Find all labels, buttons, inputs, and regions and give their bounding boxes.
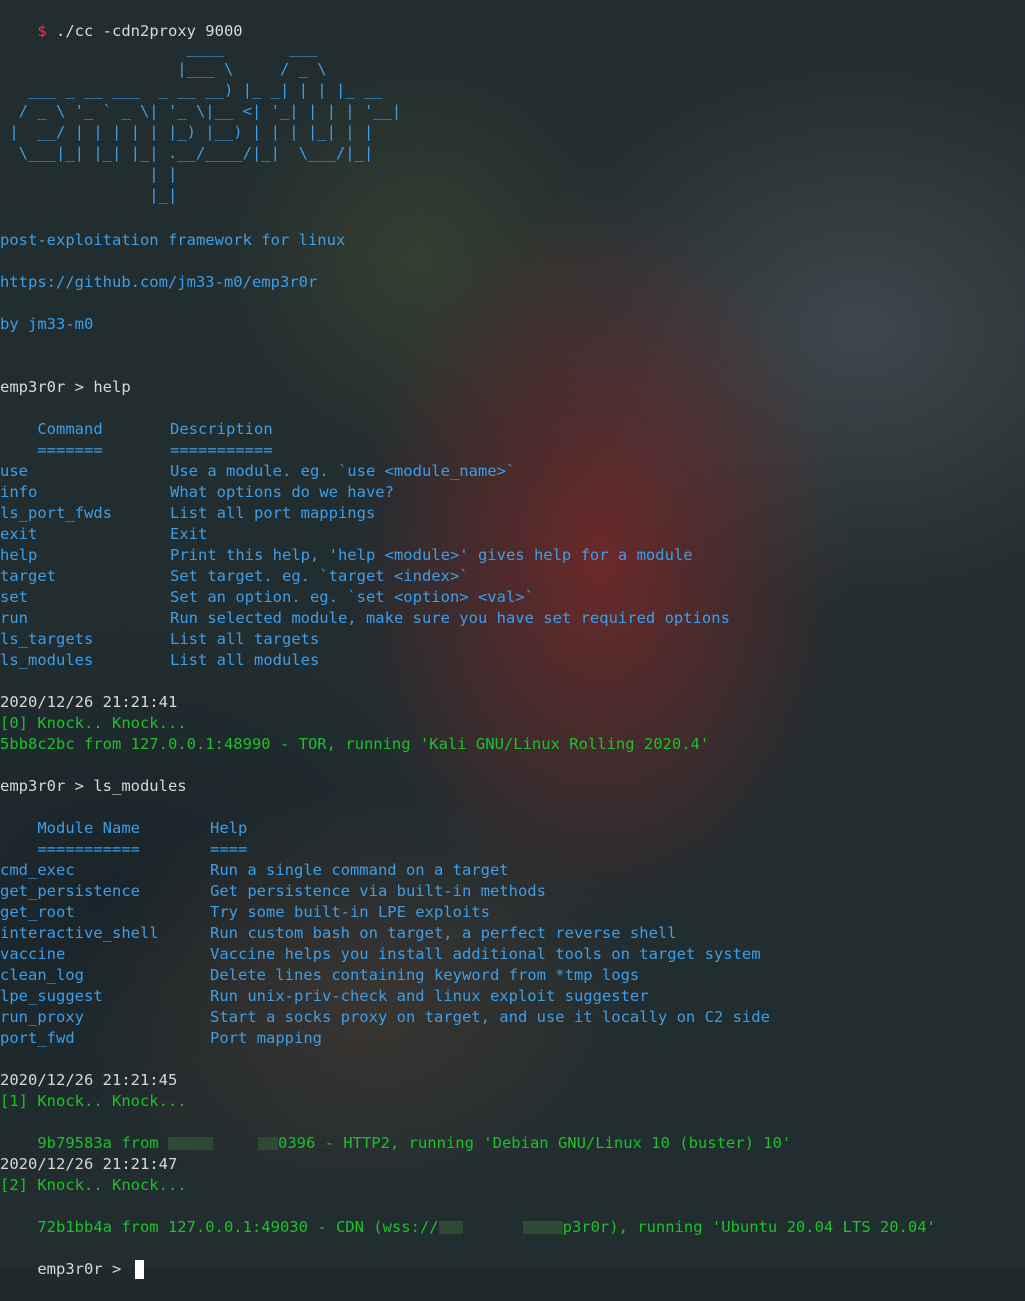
help-row-description: Set an option. eg. `set <option> <val>` [170,588,534,606]
module-row: get_root Try some built-in LPE exploits [0,902,1025,923]
event-knock: [2] Knock.. Knock... [0,1176,187,1194]
help-row: help Print this help, 'help <module>' giv… [0,545,1025,566]
help-underline-command: ======= [37,441,103,459]
help-row-description: Print this help, 'help <module>' gives h… [170,546,693,564]
module-row-help: Vaccine helps you install additional too… [210,945,761,963]
event-detail-prefix: 72b1bb4a from 127.0.0.1:49030 - CDN (wss… [37,1218,439,1236]
modules-table-underline: =========== ==== [0,818,1025,858]
help-row-description: Set target. eg. `target <index>` [170,567,469,585]
event-timestamp: 2020/12/26 21:21:41 [0,693,178,711]
active-prompt-line[interactable]: emp3r0r > [0,1238,144,1279]
module-row-help: Run a single command on a target [210,861,509,879]
help-row-description: List all targets [170,630,320,648]
redacted-block [167,1137,213,1150]
event-agent-detail: 72b1bb4a from 127.0.0.1:49030 - CDN (wss… [0,1196,936,1236]
module-row: port_fwd Port mapping [0,1028,1025,1049]
module-row-name: interactive_shell [0,924,159,942]
module-row: lpe_suggest Run unix-priv-check and linux… [0,986,1025,1007]
help-row-command: exit [0,525,38,543]
module-row: cmd_exec Run a single command on a target [0,860,1025,881]
help-row-command: use [0,462,28,480]
module-row-name: cmd_exec [0,861,75,879]
help-row: ls_targets List all targets [0,629,1025,650]
help-table-underline: ======= =========== [0,419,1025,459]
help-row-description: List all port mappings [170,504,376,522]
banner-url[interactable]: https://github.com/jm33-m0/emp3r0r [0,272,317,293]
event-detail-prefix: 9b79583a from [37,1134,168,1152]
active-prompt: emp3r0r > [37,1260,131,1278]
text-cursor[interactable] [134,1260,144,1279]
help-row-description: Run selected module, make sure you have … [170,609,730,627]
help-row-command: ls_targets [0,630,94,648]
help-prompt: emp3r0r > help [0,378,131,396]
redacted-block [522,1221,563,1234]
shell-command-line: $ ./cc -cdn2proxy 9000 [0,0,242,40]
event-knock: [1] Knock.. Knock... [0,1092,187,1110]
event-agent-detail: 9b79583a from 0396 - HTTP2, running 'Deb… [0,1112,791,1152]
event-knock: [0] Knock.. Knock... [0,714,187,732]
help-table-header: Command Description [0,398,1025,438]
module-row: clean_log Delete lines containing keyword… [0,965,1025,986]
module-row-help: Run unix-priv-check and linux exploit su… [210,987,649,1005]
help-row: ls_port_fwds List all port mappings [0,503,1025,524]
help-row-command: help [0,546,38,564]
redacted-gap [463,1221,523,1234]
help-row: set Set an option. eg. `set <option> <val… [0,587,1025,608]
help-underline-description: =========== [170,441,273,459]
help-row-command: ls_modules [0,651,94,669]
module-row-name: clean_log [0,966,84,984]
help-row-command: info [0,483,38,501]
help-row-command: set [0,588,28,606]
event-agent-detail: 5bb8c2bc from 127.0.0.1:48990 - TOR, run… [0,735,710,753]
help-row: use Use a module. eg. `use <module_name>` [0,461,1025,482]
modules-underline-help: ==== [210,840,248,858]
help-row-command: run [0,609,28,627]
module-row-help: Delete lines containing keyword from *tm… [210,966,640,984]
module-row: run_proxy Start a socks proxy on target, … [0,1007,1025,1028]
module-row-name: get_root [0,903,75,921]
redacted-gap [213,1137,258,1150]
modules-table-header: Module Name Help [0,797,1025,837]
module-row-help: Run custom bash on target, a perfect rev… [210,924,677,942]
event-detail-suffix: p3r0r), running 'Ubuntu 20.04 LTS 20.04' [562,1218,936,1236]
module-row: vaccine Vaccine helps you install additio… [0,944,1025,965]
ascii-art-logo: ____ ___ |___ \ / _ \ ___ _ __ ___ _ __ … [9,39,402,204]
module-row-help: Get persistence via built-in methods [210,882,546,900]
banner-author: by jm33-m0 [0,315,94,333]
module-row-name: vaccine [0,945,66,963]
module-row: get_persistence Get persistence via built… [0,881,1025,902]
module-row-help: Start a socks proxy on target, and use i… [210,1008,770,1026]
module-row-help: Try some built-in LPE exploits [210,903,490,921]
redacted-block [438,1221,463,1234]
help-row-description: Use a module. eg. `use <module_name>` [170,462,516,480]
help-row: ls_modules List all modules [0,650,1025,671]
help-row: exit Exit [0,524,1025,545]
help-row-description: List all modules [170,651,320,669]
event-timestamp: 2020/12/26 21:21:47 [0,1155,178,1173]
help-row: target Set target. eg. `target <index>` [0,566,1025,587]
event-timestamp: 2020/12/26 21:21:45 [0,1071,178,1089]
module-row-name: run_proxy [0,1008,84,1026]
help-row: info What options do we have? [0,482,1025,503]
help-row-command: target [0,567,56,585]
modules-prompt: emp3r0r > ls_modules [0,777,187,795]
module-row: interactive_shell Run custom bash on targ… [0,923,1025,944]
module-row-help: Port mapping [210,1029,322,1047]
redacted-block [257,1137,278,1150]
module-row-name: lpe_suggest [0,987,103,1005]
help-row-description: Exit [170,525,208,543]
help-row: run Run selected module, make sure you ha… [0,608,1025,629]
event-detail-suffix: 0396 - HTTP2, running 'Debian GNU/Linux … [277,1134,792,1152]
help-row-description: What options do we have? [170,483,394,501]
modules-underline-name: =========== [37,840,140,858]
module-row-name: port_fwd [0,1029,75,1047]
banner-tagline: post-exploitation framework for linux [0,231,346,249]
module-row-name: get_persistence [0,882,140,900]
help-row-command: ls_port_fwds [0,504,112,522]
